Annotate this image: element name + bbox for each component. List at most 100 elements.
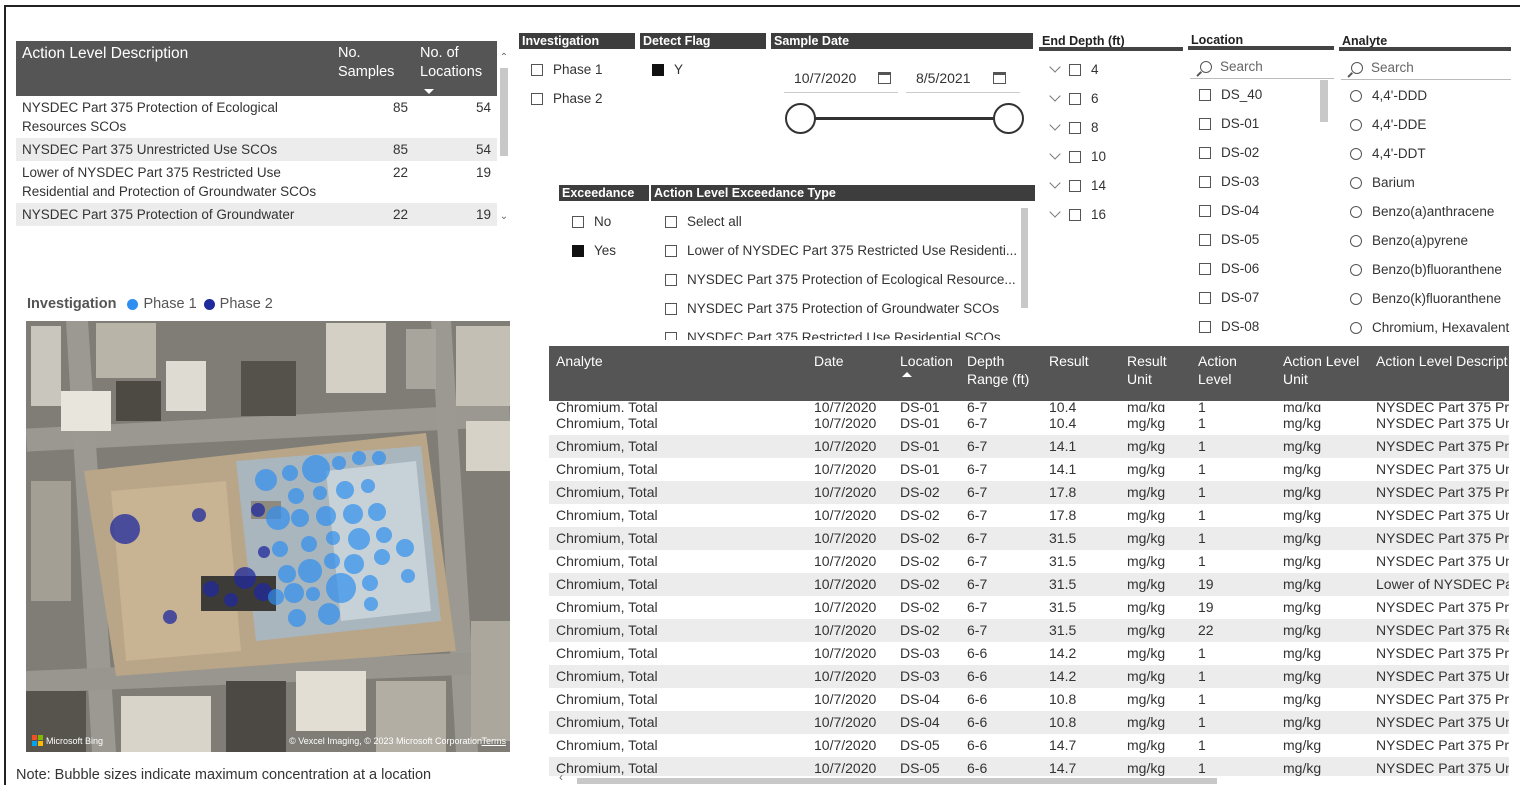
checkbox[interactable]	[531, 63, 543, 76]
checkbox[interactable]	[1199, 146, 1211, 159]
bubble-phase-2[interactable]	[203, 581, 219, 597]
checkbox[interactable]	[665, 215, 677, 228]
map-terms-link[interactable]: Terms	[482, 736, 507, 746]
table-row[interactable]: NYSDEC Part 375 Protection of Ecological…	[16, 96, 497, 138]
bubble-phase-2[interactable]	[110, 514, 140, 544]
option-depth-6[interactable]: 6	[1049, 90, 1099, 106]
col-action-level-description[interactable]: Action Level Description	[16, 41, 332, 96]
table-row[interactable]: Chromium, Total 10/7/2020 DS-03 6-6 14.2 mg/k…	[549, 642, 1509, 665]
table-row[interactable]: Chromium, Total 10/7/2020 DS-02 6-7 17.8 mg/k…	[549, 504, 1509, 527]
table-row[interactable]: Chromium, Total 10/7/2020 DS-02 6-7 31.5 mg/k…	[549, 527, 1509, 550]
bubble-phase-1[interactable]	[372, 451, 386, 465]
option-analyte[interactable]: Benzo(b)fluoranthene	[1350, 262, 1502, 277]
checkbox[interactable]	[1199, 204, 1211, 217]
radio[interactable]	[1350, 147, 1362, 160]
checkbox[interactable]	[572, 215, 584, 228]
col-date[interactable]: Date	[807, 346, 893, 401]
checkbox[interactable]	[1199, 291, 1211, 304]
scrollbar-thumb[interactable]	[500, 68, 508, 156]
option-location[interactable]: DS-03	[1199, 174, 1259, 189]
checkbox[interactable]	[1069, 92, 1081, 105]
table-row[interactable]: Chromium, Total 10/7/2020 DS-05 6-6 14.7 mg/k…	[549, 757, 1509, 776]
analyte-search-input[interactable]: Search	[1341, 56, 1511, 80]
bubble-phase-1[interactable]	[374, 549, 390, 565]
option-depth-8[interactable]: 8	[1049, 119, 1099, 135]
option-location[interactable]: DS-07	[1199, 290, 1259, 305]
bubble-phase-1[interactable]	[298, 559, 322, 583]
col-location[interactable]: Location	[893, 346, 960, 401]
scroll-down-icon[interactable]: ⌄	[498, 211, 510, 222]
bubble-phase-2[interactable]	[163, 610, 177, 624]
table-row[interactable]: Chromium, Total 10/7/2020 DS-02 6-7 17.8 mg/k…	[549, 481, 1509, 504]
bubble-phase-1[interactable]	[306, 587, 320, 601]
col-action-level-description[interactable]: Action Level Descript	[1369, 346, 1509, 401]
end-date-input[interactable]: 8/5/2021	[906, 63, 1020, 93]
bubble-phase-1[interactable]	[332, 456, 346, 470]
option-exceedance-yes[interactable]: Yes	[572, 243, 616, 258]
option-depth-14[interactable]: 14	[1049, 177, 1106, 193]
table-row[interactable]: NYSDEC Part 375 Protection of Groundwate…	[16, 203, 497, 226]
start-date-input[interactable]: 10/7/2020	[784, 63, 898, 93]
expand-chevron-icon[interactable]	[1049, 119, 1061, 131]
bubble-phase-1[interactable]	[284, 583, 304, 603]
bubble-phase-1[interactable]	[344, 554, 364, 574]
bubble-phase-1[interactable]	[362, 575, 378, 591]
option-exceedance-type[interactable]: Lower of NYSDEC Part 375 Restricted Use …	[665, 243, 1017, 258]
option-exceedance-type[interactable]: NYSDEC Part 375 Protection of Ecological…	[665, 272, 1016, 287]
checkbox[interactable]	[665, 273, 677, 286]
checkbox-checked[interactable]	[652, 63, 664, 76]
bubble-phase-1[interactable]	[361, 479, 375, 493]
legend-label-phase-1[interactable]: Phase 1	[143, 296, 196, 312]
date-range-track[interactable]	[800, 117, 1010, 120]
bubble-phase-1[interactable]	[343, 504, 363, 524]
option-analyte[interactable]: 4,4'-DDT	[1350, 146, 1426, 161]
option-location[interactable]: DS-04	[1199, 203, 1259, 218]
bubble-phase-1[interactable]	[336, 481, 354, 499]
radio[interactable]	[1350, 205, 1362, 218]
checkbox[interactable]	[1069, 63, 1081, 76]
bubble-phase-1[interactable]	[348, 528, 370, 550]
bubble-phase-1[interactable]	[352, 451, 366, 465]
checkbox[interactable]	[1199, 320, 1211, 333]
option-depth-4[interactable]: 4	[1049, 61, 1099, 77]
option-depth-16[interactable]: 16	[1049, 206, 1106, 222]
option-analyte[interactable]: Barium	[1350, 175, 1415, 190]
checkbox[interactable]	[1199, 233, 1211, 246]
location-search-input[interactable]: Search	[1190, 55, 1334, 79]
bubble-phase-1[interactable]	[324, 553, 340, 569]
bubble-phase-1[interactable]	[313, 486, 327, 500]
date-range-start-handle[interactable]	[785, 103, 816, 134]
expand-chevron-icon[interactable]	[1049, 206, 1061, 218]
option-analyte[interactable]: Benzo(k)fluoranthene	[1350, 291, 1501, 306]
radio[interactable]	[1350, 263, 1362, 276]
bubble-phase-1[interactable]	[396, 539, 414, 557]
checkbox[interactable]	[1199, 262, 1211, 275]
bubble-phase-2[interactable]	[192, 508, 206, 522]
bubble-phase-1[interactable]	[302, 455, 330, 483]
table-row[interactable]: Chromium, Total 10/7/2020 DS-03 6-6 14.2 mg/k…	[549, 665, 1509, 688]
option-depth-10[interactable]: 10	[1049, 148, 1106, 164]
option-y[interactable]: Y	[652, 62, 683, 77]
exceedance-type-scrollbar[interactable]	[1021, 208, 1028, 308]
option-analyte[interactable]: Benzo(a)pyrene	[1350, 233, 1468, 248]
col-action-level-unit[interactable]: Action Level Unit	[1276, 346, 1369, 401]
bubble-phase-1[interactable]	[272, 541, 288, 557]
bubble-phase-2[interactable]	[224, 593, 238, 607]
col-action-level[interactable]: Action Level	[1191, 346, 1276, 401]
bubble-phase-1[interactable]	[364, 597, 378, 611]
bubble-phase-1[interactable]	[255, 469, 277, 491]
detail-table-hscrollbar[interactable]: ‹	[555, 770, 1511, 785]
bubble-phase-1[interactable]	[401, 569, 415, 583]
option-phase-2[interactable]: Phase 2	[531, 91, 603, 106]
radio[interactable]	[1350, 234, 1362, 247]
checkbox[interactable]	[665, 331, 677, 340]
table-row[interactable]: Chromium, Total 10/7/2020 DS-02 6-7 31.5 mg/k…	[549, 619, 1509, 642]
table-row[interactable]: Chromium, Total 10/7/2020 DS-01 6-7 14.1 mg/k…	[549, 435, 1509, 458]
bubble-phase-1[interactable]	[266, 506, 290, 530]
checkbox[interactable]	[1199, 175, 1211, 188]
table-row[interactable]: Chromium, Total 10/7/2020 DS-05 6-6 14.7 mg/k…	[549, 734, 1509, 757]
expand-chevron-icon[interactable]	[1049, 177, 1061, 189]
option-select-all[interactable]: Select all	[665, 214, 742, 229]
checkbox[interactable]	[1069, 208, 1081, 221]
checkbox[interactable]	[1069, 121, 1081, 134]
